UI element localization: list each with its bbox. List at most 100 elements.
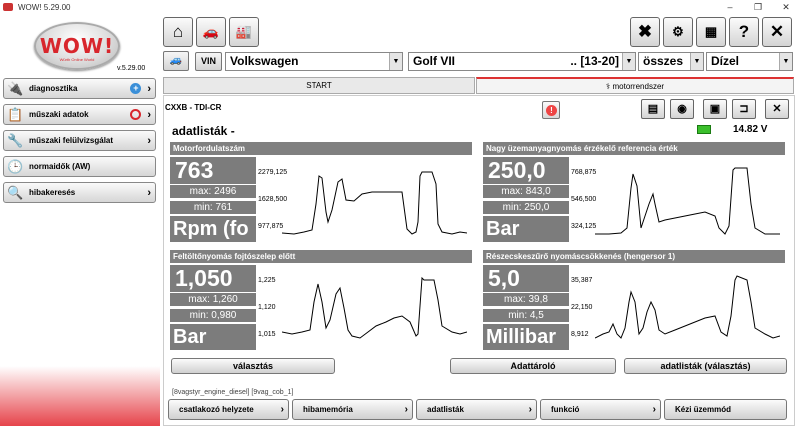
tools-icon: ✖ bbox=[637, 22, 653, 41]
help-button[interactable]: ? bbox=[729, 17, 759, 47]
technical-data-icon: 📋 bbox=[7, 106, 24, 122]
axis-min-label: 1,015 bbox=[258, 331, 276, 338]
gauge-value: 763 bbox=[170, 157, 256, 184]
gauge-dpf-pressure: Részecskeszűrő nyomáscsökkenés (hengerso… bbox=[483, 250, 785, 360]
sidebar-item-label: műszaki adatok bbox=[29, 110, 89, 119]
wow-logo: WOW! Würth Online World bbox=[34, 22, 120, 70]
tab-label: motorrendszer bbox=[612, 82, 665, 91]
fuel-value: Dízel bbox=[711, 54, 740, 68]
home-button[interactable]: ⌂ bbox=[163, 17, 193, 47]
axis-min-label: 8,912 bbox=[571, 331, 589, 338]
make-value: Volkswagen bbox=[230, 54, 299, 68]
sidebar-item-label: műszaki felülvizsgálat bbox=[29, 136, 114, 145]
button-label: csatlakozó helyzete bbox=[179, 405, 254, 414]
logo-brand: WOW! bbox=[39, 34, 115, 58]
printer-icon: ▤ bbox=[647, 103, 659, 115]
chevron-down-icon: ▼ bbox=[622, 53, 635, 70]
save-button[interactable]: ▣ bbox=[703, 99, 727, 119]
gear-icon: ⚙ bbox=[672, 24, 684, 39]
chevron-right-icon: › bbox=[404, 404, 408, 415]
troubleshoot-icon: 🔍 bbox=[7, 184, 24, 200]
select-button[interactable]: választás bbox=[171, 358, 335, 374]
car-icon: 🚗 bbox=[202, 24, 220, 39]
datalists-button[interactable]: adatlisták › bbox=[416, 399, 537, 420]
battery-icon bbox=[697, 125, 711, 134]
sidebar-item-label: diagnosztika bbox=[29, 84, 78, 93]
minimize-button[interactable]: – bbox=[716, 0, 744, 14]
factory-icon: 🏭 bbox=[235, 24, 253, 39]
axis-mid-label: 1,120 bbox=[258, 304, 276, 311]
title-bar: WOW! 5.29.00 bbox=[0, 0, 800, 14]
model-select[interactable]: Golf VII .. [13-20] ▼ bbox=[408, 52, 636, 71]
boost-pressure-graph bbox=[282, 276, 467, 339]
axis-max-label: 35,387 bbox=[571, 277, 593, 284]
gauge-min: min: 0,980 bbox=[170, 309, 256, 322]
function-button[interactable]: funkció › bbox=[540, 399, 661, 420]
help-icon: ? bbox=[738, 22, 750, 41]
exit-button[interactable]: ✕ bbox=[762, 17, 792, 47]
button-label: Kézi üzemmód bbox=[675, 405, 732, 414]
workshop-button[interactable]: 🏭 bbox=[229, 17, 259, 47]
ecu-label: CXXB - TDI-CR bbox=[165, 103, 222, 112]
chevron-right-icon: › bbox=[147, 82, 151, 95]
gauge-min: min: 4,5 bbox=[483, 309, 569, 322]
sidebar-item-label: normaidők (AW) bbox=[29, 162, 91, 171]
axis-min-label: 324,125 bbox=[571, 223, 597, 230]
maximize-button[interactable]: ❐ bbox=[744, 0, 772, 14]
axis-mid-label: 22,150 bbox=[571, 304, 593, 311]
datalists-select-button[interactable]: adatlisták (választás) bbox=[624, 358, 787, 374]
vehicle-button[interactable]: 🚗 bbox=[196, 17, 226, 47]
vehicle-history-button[interactable]: 🚙 bbox=[163, 51, 189, 71]
voltage-readout: 14.82 V bbox=[733, 124, 768, 135]
screenshot-button[interactable]: ◉ bbox=[670, 99, 694, 119]
gauge-engine-speed: Motorfordulatszám 763 max: 2496 min: 761… bbox=[170, 142, 472, 252]
close-window-button[interactable]: ✕ bbox=[772, 0, 800, 14]
chevron-down-icon: ▼ bbox=[389, 53, 402, 70]
button-label: hibamemória bbox=[303, 405, 353, 414]
chevron-right-icon: › bbox=[147, 108, 151, 121]
tools-button[interactable]: ✖ bbox=[630, 17, 660, 47]
gauge-boost-pressure: Feltöltőnyomás fojtószelep előtt 1,050 m… bbox=[170, 250, 472, 360]
gauge-unit: Rpm (fo bbox=[170, 216, 256, 242]
app-icon bbox=[3, 3, 13, 11]
sidebar-item-label: hibakeresés bbox=[29, 188, 76, 197]
fuel-select[interactable]: Dízel ▼ bbox=[706, 52, 793, 71]
fault-memory-button[interactable]: hibamemória › bbox=[292, 399, 413, 420]
manual-mode-button[interactable]: Kézi üzemmód bbox=[664, 399, 787, 420]
chevron-right-icon: › bbox=[147, 134, 151, 147]
page-title: adatlisták - bbox=[172, 124, 235, 138]
tab-engine-system[interactable]: ⚕ motorrendszer bbox=[476, 77, 794, 94]
battery-tools-button[interactable]: ▦ bbox=[696, 17, 726, 47]
engine-speed-graph bbox=[282, 171, 467, 235]
datastore-button[interactable]: Adattároló bbox=[450, 358, 616, 374]
close-icon: ✕ bbox=[769, 22, 785, 41]
layout-button[interactable]: ⊐ bbox=[732, 99, 756, 119]
clock-icon: 🕒 bbox=[7, 158, 24, 174]
fuel-pressure-graph bbox=[595, 167, 780, 235]
warning-button[interactable]: ! bbox=[542, 101, 560, 119]
sidebar-item-labour-times[interactable]: 🕒 normaidők (AW) bbox=[3, 156, 156, 177]
sidebar-item-technical-data[interactable]: 📋 műszaki adatok › bbox=[3, 104, 156, 125]
camera-icon: ◉ bbox=[677, 103, 687, 115]
gauge-min: min: 250,0 bbox=[483, 201, 569, 214]
axis-max-label: 1,225 bbox=[258, 277, 276, 284]
ring-icon bbox=[130, 109, 142, 120]
tab-start[interactable]: START bbox=[163, 77, 475, 94]
floppy-icon: ▣ bbox=[709, 103, 721, 115]
chevron-down-icon: ▼ bbox=[690, 53, 703, 70]
info-icon: ! bbox=[546, 105, 557, 116]
close-icon: ✕ bbox=[772, 103, 782, 115]
sidebar-item-inspection[interactable]: 🔧 műszaki felülvizsgálat › bbox=[3, 130, 156, 151]
sidebar-item-diagnostics[interactable]: 🔌 diagnosztika + › bbox=[3, 78, 156, 99]
close-panel-button[interactable]: ✕ bbox=[765, 99, 789, 119]
sidebar-item-troubleshooting[interactable]: 🔍 hibakeresés › bbox=[3, 182, 156, 203]
gauge-value: 5,0 bbox=[483, 265, 569, 292]
gauge-unit: Millibar bbox=[483, 324, 569, 350]
vin-button[interactable]: VIN bbox=[195, 52, 222, 71]
make-select[interactable]: Volkswagen ▼ bbox=[225, 52, 403, 71]
print-button[interactable]: ▤ bbox=[641, 99, 665, 119]
variant-select[interactable]: összes ▼ bbox=[638, 52, 704, 71]
connector-location-button[interactable]: csatlakozó helyzete › bbox=[168, 399, 289, 420]
script-info: [8vagstyr_engine_diesel] [9vag_cob_1] bbox=[172, 389, 294, 396]
settings-button[interactable]: ⚙ bbox=[663, 17, 693, 47]
